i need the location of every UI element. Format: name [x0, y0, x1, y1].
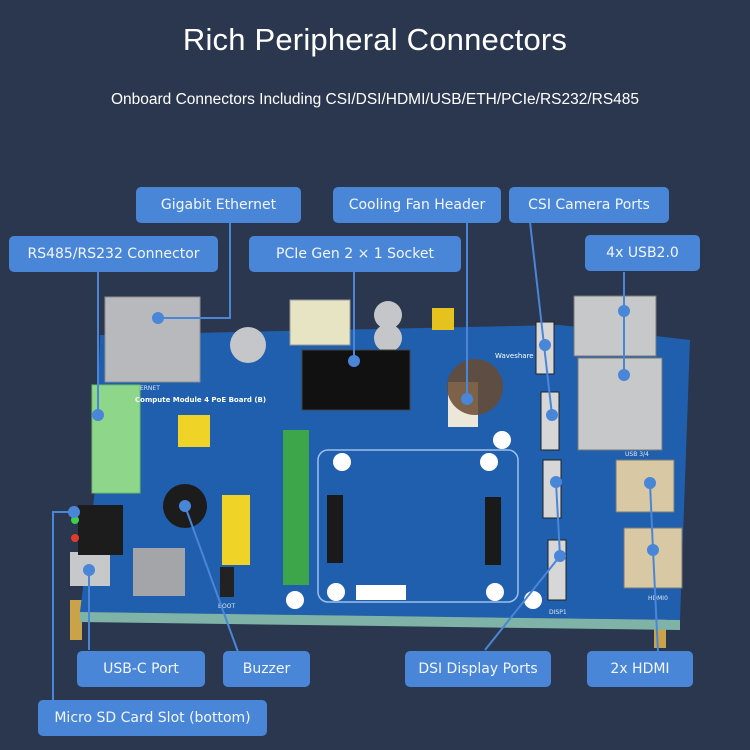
inductor — [133, 548, 185, 596]
boot-header — [222, 495, 250, 565]
callout-buzzer: Buzzer — [223, 651, 310, 687]
mount-hole — [286, 591, 304, 609]
gpio-header — [283, 430, 309, 585]
board-name-silk: Compute Module 4 PoE Board (B) — [135, 396, 266, 404]
cm4-connector-left — [327, 495, 343, 563]
callout-dsi-display-ports: DSI Display Ports — [405, 651, 551, 687]
mount-hole — [480, 453, 498, 471]
cm4-label — [356, 585, 406, 600]
usb34-silk: USB 3/4 — [625, 451, 649, 458]
callout-usb-c-port: USB-C Port — [77, 651, 205, 687]
mount-hole — [524, 591, 542, 609]
rs485-jumper — [178, 415, 210, 447]
callout-cooling-fan-header: Cooling Fan Header — [333, 187, 501, 223]
board-illustration: ETHERNET Waveshare Compute Module 4 PoE … — [52, 221, 690, 700]
dsi-connector-2 — [547, 539, 567, 601]
capacitor-3 — [374, 324, 402, 352]
boot-switch — [220, 567, 234, 597]
hdmi-silk: HDMI0 — [648, 595, 668, 602]
callout-gigabit-ethernet: Gigabit Ethernet — [136, 187, 301, 223]
callout-4x-usb20: 4x USB2.0 — [585, 235, 700, 271]
led-red — [71, 534, 79, 542]
brand-logo: Waveshare — [495, 352, 534, 360]
sd-slot — [78, 505, 123, 555]
callout-csi-camera-ports: CSI Camera Ports — [509, 187, 669, 223]
callout-micro-sd-card-slot: Micro SD Card Slot (bottom) — [38, 700, 267, 736]
transformer — [289, 299, 351, 346]
capacitor — [230, 327, 266, 363]
mount-hole — [333, 453, 351, 471]
mount-hole — [327, 583, 345, 601]
rs485-terminal — [91, 384, 141, 494]
cm4-connector-right — [485, 497, 501, 565]
usb-port-top — [573, 295, 657, 357]
mount-hole — [486, 583, 504, 601]
callout-2x-hdmi: 2x HDMI — [587, 651, 693, 687]
fan-header — [432, 308, 454, 330]
rtc-battery-holder — [447, 359, 503, 415]
ethernet-jack — [104, 296, 201, 383]
callout-pcie-socket: PCIe Gen 2 × 1 Socket — [249, 236, 461, 272]
callout-rs485-rs232-connector: RS485/RS232 Connector — [9, 236, 218, 272]
disp-silk: DISP1 — [549, 609, 567, 616]
mount-hole — [493, 431, 511, 449]
